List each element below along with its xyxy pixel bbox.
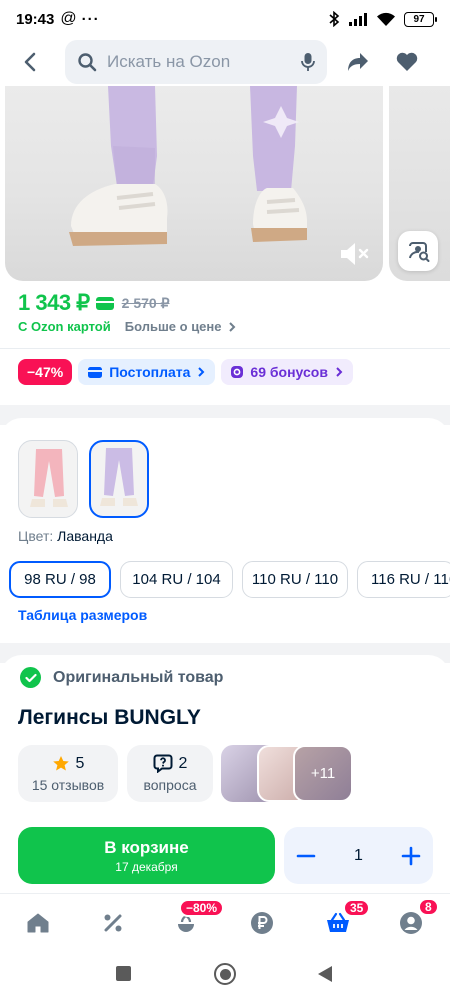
- notification-at-icon: @: [60, 10, 77, 27]
- recent-apps-button[interactable]: [116, 966, 131, 981]
- product-photo-image: [69, 86, 307, 246]
- back-system-button[interactable]: [317, 965, 333, 983]
- bonus-chip[interactable]: 69 бонусов: [221, 359, 353, 385]
- chevron-right-icon: [228, 321, 235, 332]
- chevron-left-icon: [24, 52, 36, 72]
- promo-badge: −80%: [179, 899, 225, 917]
- delivery-date: 17 декабря: [115, 859, 178, 874]
- status-bar: 19:43 @ ··· 97: [0, 0, 450, 38]
- plus-icon: [401, 846, 421, 865]
- search-input[interactable]: Искать на Ozon: [65, 40, 327, 84]
- promo-chips: −47% Постоплата 69 бонусов: [18, 359, 353, 385]
- cart-count-badge: 35: [343, 899, 371, 917]
- card-icon: [88, 366, 103, 378]
- increase-quantity-button[interactable]: [401, 846, 421, 866]
- pink-leggings-image: [30, 449, 68, 507]
- current-price: 1 343 ₽: [18, 290, 90, 315]
- camera-search-icon: [409, 242, 430, 262]
- reviews-count: 15 отзывов: [31, 776, 105, 793]
- product-gallery[interactable]: [0, 86, 450, 284]
- rating-value: 5: [75, 754, 85, 772]
- nav-finance[interactable]: [242, 906, 282, 940]
- home-icon: [27, 913, 49, 933]
- wifi-icon: [376, 12, 396, 27]
- more-notifications-icon: ···: [81, 10, 100, 28]
- battery-icon: 97: [404, 11, 437, 27]
- percent-icon: [104, 914, 122, 932]
- back-button[interactable]: [6, 38, 54, 86]
- nav-home[interactable]: [18, 906, 58, 940]
- color-label-prefix: Цвет:: [18, 528, 54, 544]
- minus-icon: [296, 854, 316, 857]
- decrease-quantity-button[interactable]: [296, 846, 316, 866]
- signal-icon: [348, 12, 368, 27]
- status-time: 19:43: [16, 10, 55, 28]
- checkmark-icon: [20, 667, 41, 688]
- product-title: Легинсы BUNGLY: [18, 706, 201, 729]
- question-bubble-icon: [153, 754, 173, 773]
- more-about-price-link[interactable]: Больше о цене: [125, 319, 237, 334]
- product-photo[interactable]: [5, 86, 383, 281]
- postpay-label: Постоплата: [109, 364, 191, 380]
- divider: [0, 348, 450, 349]
- questions-summary[interactable]: 2 вопроса: [127, 745, 213, 802]
- ozon-card-icon: [95, 296, 114, 310]
- size-option[interactable]: 98 RU / 98: [9, 561, 111, 598]
- bonus-coin-icon: [231, 366, 244, 378]
- questions-label: вопроса: [143, 777, 197, 793]
- search-placeholder: Искать на Ozon: [107, 52, 231, 71]
- microphone-icon[interactable]: [301, 52, 315, 72]
- lavender-leggings-image: [100, 448, 138, 506]
- in-cart-label: В корзине: [104, 837, 189, 857]
- bonus-label: 69 бонусов: [250, 364, 328, 380]
- quantity-stepper: 1: [284, 827, 433, 884]
- quantity-value: 1: [354, 846, 363, 864]
- system-navigation-bar: [0, 953, 450, 1000]
- original-product-badge[interactable]: Оригинальный товар: [20, 667, 223, 688]
- bluetooth-icon: [328, 11, 340, 27]
- visual-search-button[interactable]: [398, 231, 438, 271]
- more-about-price-label: Больше о цене: [124, 319, 222, 334]
- profile-icon: [400, 912, 422, 934]
- more-review-photos[interactable]: +11: [293, 745, 353, 802]
- profile-badge: 8: [418, 898, 439, 916]
- color-label: Цвет: Лаванда: [18, 528, 113, 544]
- home-button[interactable]: [214, 963, 236, 985]
- color-value: Лаванда: [57, 528, 113, 544]
- top-header: Искать на Ozon: [0, 38, 450, 86]
- original-product-label: Оригинальный товар: [53, 668, 224, 686]
- ruble-icon: [251, 912, 273, 934]
- bottom-navigation: −80% 35 8: [0, 893, 450, 953]
- favorite-heart-icon[interactable]: [391, 46, 423, 78]
- size-selector: 98 RU / 98 104 RU / 104 110 RU / 110 116…: [9, 561, 450, 598]
- size-option[interactable]: 110 RU / 110: [242, 561, 348, 598]
- nav-discounts[interactable]: [93, 906, 133, 940]
- star-icon: [52, 756, 69, 771]
- in-cart-button[interactable]: В корзине 17 декабря: [18, 827, 275, 884]
- price-row: 1 343 ₽ 2 570 ₽: [18, 290, 170, 316]
- discount-badge: −47%: [18, 359, 73, 385]
- mute-video-button[interactable]: [336, 236, 372, 272]
- speaker-muted-icon: [341, 243, 369, 265]
- size-option[interactable]: 104 RU / 104: [120, 561, 233, 598]
- color-variant-lavender[interactable]: [89, 440, 149, 518]
- reviews-summary[interactable]: 5 15 отзывов: [18, 745, 118, 802]
- color-variant-pink[interactable]: [18, 440, 78, 518]
- share-icon[interactable]: [342, 46, 374, 78]
- postpay-chip[interactable]: Постоплата: [78, 359, 216, 385]
- chevron-right-icon: [336, 367, 343, 377]
- old-price: 2 570 ₽: [121, 294, 170, 311]
- size-table-link[interactable]: Таблица размеров: [18, 607, 147, 623]
- ozon-card-label: С Ozon картой: [18, 319, 111, 334]
- triangle-back-icon: [318, 966, 332, 982]
- size-option[interactable]: 116 RU / 116: [357, 561, 450, 598]
- chevron-right-icon: [198, 367, 205, 377]
- questions-count: 2: [178, 754, 188, 772]
- search-icon: [77, 52, 97, 72]
- price-subline: С Ozon картой Больше о цене: [18, 319, 237, 334]
